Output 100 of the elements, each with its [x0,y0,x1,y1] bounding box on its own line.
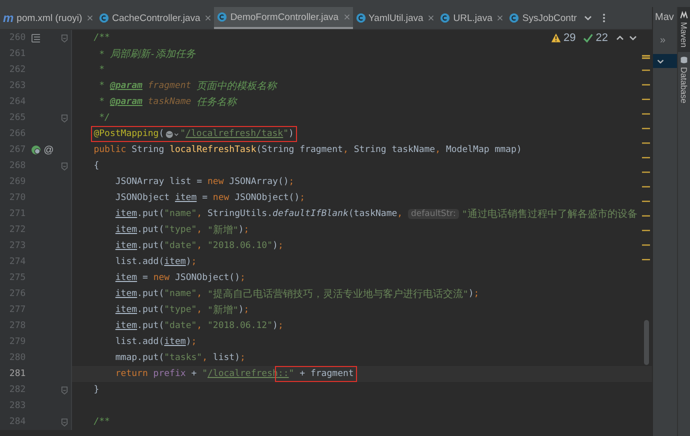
maven-icon [680,11,688,19]
close-icon[interactable] [497,15,504,21]
keyword-text: , [397,209,404,219]
code-text: .put( [137,305,164,315]
class-icon [440,13,450,23]
chevron-down-icon[interactable] [628,33,638,43]
check-icon[interactable] [582,33,593,43]
class-icon [217,12,228,22]
comment-text: 页面中的模板名称 [196,80,277,93]
tree-row[interactable] [653,54,677,68]
string-literal: "tasks" [164,353,202,363]
annotation-text: @PostMapping [94,129,159,139]
keyword-text: ; [244,305,250,315]
string-literal: "新增" [208,304,238,317]
string-literal: "date" [164,321,197,331]
string-literal: "通过电话销售过程中了解各盛市的设备 [462,208,638,221]
code-text: mmap.put( [115,353,164,363]
keyword-text: ; [474,289,480,299]
code-text: JSONObject() [234,193,300,203]
code-text: .put( [137,241,164,251]
tool-window-button[interactable]: Maven [678,7,690,52]
string-literal: "2018.06.12" [208,321,273,331]
gutter-marker[interactable]: @ [44,144,54,156]
code-text: ( [158,129,164,139]
keyword-text: new [153,273,170,283]
keyword-text: ; [288,177,294,187]
class-icon [356,13,366,23]
code-text: String taskName [354,145,436,155]
code-text: ) [238,305,244,315]
fold-marker-icon[interactable] [61,162,68,170]
file-tab[interactable]: m pom.xml (ruoyi) [0,7,96,29]
keyword-text: new [212,193,230,203]
keyword-text: , [196,241,204,251]
field-name: prefix [153,369,186,379]
fold-marker-icon[interactable] [61,114,68,122]
code-text: .put( [137,321,164,331]
file-tab[interactable]: CacheController.java [96,7,214,29]
code-text: (taskName [348,209,398,219]
string-literal: "新增" [208,224,238,237]
url-literal: /localrefresh/task [186,129,284,139]
variable-name: item [115,209,138,219]
string-literal: "2018.06.10" [208,241,273,251]
file-tab[interactable]: YamlUtil.java [352,7,438,29]
variable-name: item [164,257,186,267]
code-text: ) [468,289,474,299]
code-text: ) [238,225,244,235]
variable-name: item [115,241,138,251]
close-icon[interactable] [344,14,350,20]
line-number: 281 [8,369,26,379]
keyword-text: , [196,209,202,219]
keyword-text: ; [278,241,284,251]
comment-text: * [99,97,106,107]
code-text: ModelMap mmap) [446,145,522,155]
file-tab[interactable]: URL.java [437,7,506,29]
code-text: + fragment [298,369,354,379]
fold-marker-icon[interactable] [61,386,68,394]
globe-dropdown-icon[interactable] [165,130,180,138]
variable-name: item [174,193,197,203]
fold-marker-icon[interactable] [61,34,68,42]
keyword-text: ; [240,353,246,363]
expand-toggle[interactable]: » [653,29,666,46]
keyword-text: , [196,321,204,331]
doc-lines-icon[interactable] [30,33,41,43]
code-text: ) [272,241,278,251]
code-text: ) [186,257,192,267]
warning-icon[interactable] [550,33,560,43]
code-text: { [94,161,100,171]
scrollbar-thumb[interactable] [644,320,649,365]
warning-count: 29 [564,32,576,44]
code-text: ) [186,337,192,347]
database-icon [680,56,688,64]
maven-letter-label: m [3,11,14,25]
variable-name: item [115,321,138,331]
code-text: .put( [137,225,164,235]
code-text: .put( [137,289,164,299]
keyword-text: ; [300,193,306,203]
keyword-text: , [202,353,208,363]
variable-name: item [115,289,138,299]
code-text: = [142,273,149,283]
tool-window-button[interactable]: Database [678,52,690,107]
close-icon[interactable] [205,15,212,21]
keyword-text: ; [191,337,197,347]
chevron-down-icon[interactable] [582,13,593,23]
fold-marker-icon[interactable] [61,418,68,426]
keyword-text: ; [278,321,284,331]
keyword-text: , [196,305,204,315]
file-tab[interactable]: DemoFormController.java [214,7,353,29]
close-icon[interactable] [87,15,94,21]
doc-tag: @param [110,81,142,91]
comment-text: /** [94,417,110,427]
keyword-text: , [196,225,204,235]
keyword-text: public [94,145,126,155]
variable-name: item [115,273,138,283]
close-icon[interactable] [428,15,434,21]
comment-text: /** [94,33,110,43]
file-tab[interactable]: SysJobContr [506,7,580,29]
code-text: JSONArray() [229,177,289,187]
leaf-globe-icon[interactable] [30,145,41,155]
keyword-text: , [196,289,204,299]
keyword-text: , [342,145,348,155]
